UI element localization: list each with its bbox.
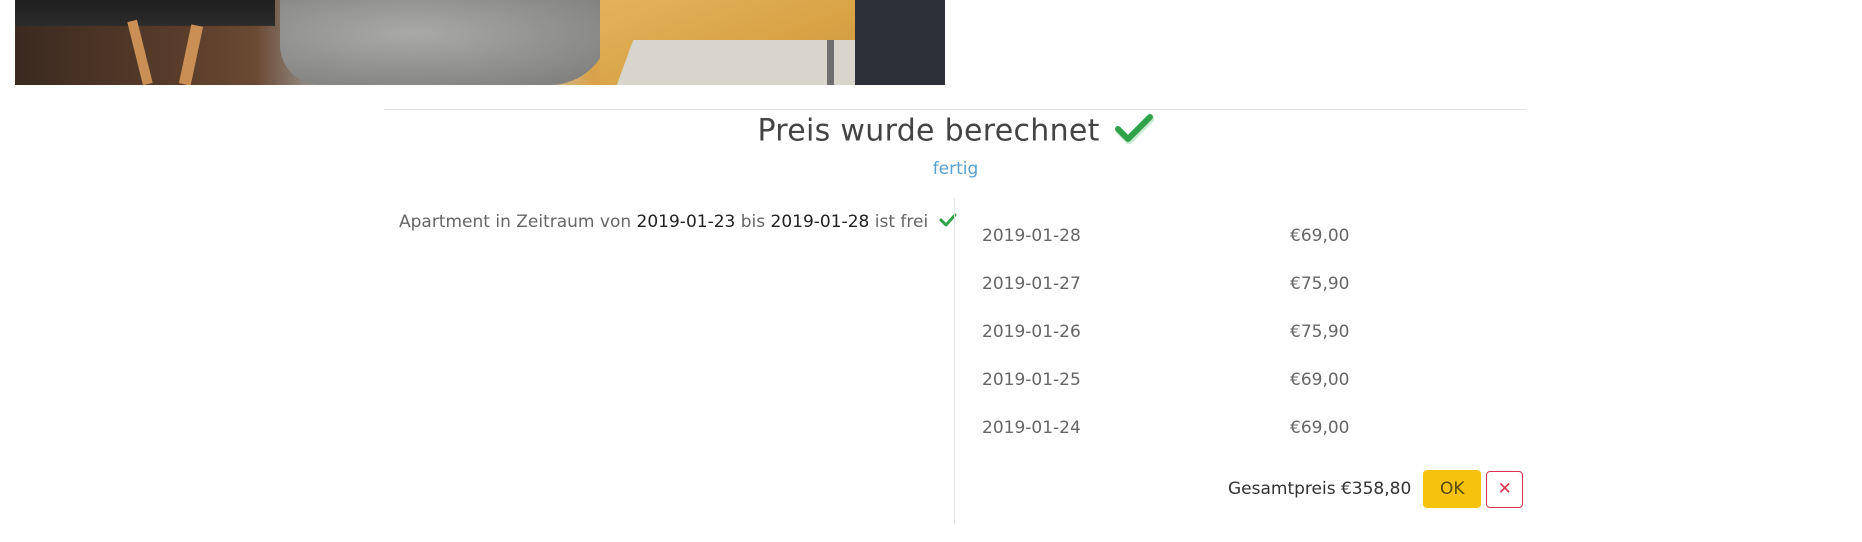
section-divider [384,109,1527,110]
availability-middle: bis [740,212,766,232]
cancel-button[interactable]: ✕ [1486,470,1524,508]
price-amount: €69,00 [1290,370,1350,390]
price-amount: €69,00 [1290,418,1350,438]
availability-message: Apartment in Zeitraum von 2019-01-23 bis… [399,212,957,232]
availability-suffix: ist frei [874,212,929,232]
price-amount: €75,90 [1290,274,1350,294]
availability-prefix: Apartment in Zeitraum von [399,212,632,232]
list-item: 2019-01-24 €69,00 [982,408,1372,456]
list-item: 2019-01-26 €75,90 [982,312,1372,360]
price-list: 2019-01-28 €69,00 2019-01-27 €75,90 2019… [982,216,1372,456]
total-price: Gesamtpreis €358,80 [1228,479,1412,499]
price-calculated-heading: Preis wurde berechnet [384,112,1527,152]
price-date: 2019-01-26 [982,322,1081,342]
list-item: 2019-01-25 €69,00 [982,360,1372,408]
ok-button[interactable]: OK [1423,470,1482,508]
date-from: 2019-01-23 [636,212,736,232]
close-icon: ✕ [1497,479,1512,499]
total-bar: Gesamtpreis €358,80 OK ✕ [1228,470,1524,508]
apartment-photo [15,0,945,85]
column-divider [954,198,955,524]
price-date: 2019-01-24 [982,418,1081,438]
page-title: Preis wurde berechnet [757,113,1100,149]
list-item: 2019-01-28 €69,00 [982,216,1372,264]
list-item: 2019-01-27 €75,90 [982,264,1372,312]
price-date: 2019-01-28 [982,226,1081,246]
status-link[interactable]: fertig [384,159,1527,179]
price-date: 2019-01-27 [982,274,1081,294]
price-date: 2019-01-25 [982,370,1081,390]
price-amount: €69,00 [1290,226,1350,246]
price-amount: €75,90 [1290,322,1350,342]
date-to: 2019-01-28 [770,212,870,232]
check-icon [1114,112,1155,152]
